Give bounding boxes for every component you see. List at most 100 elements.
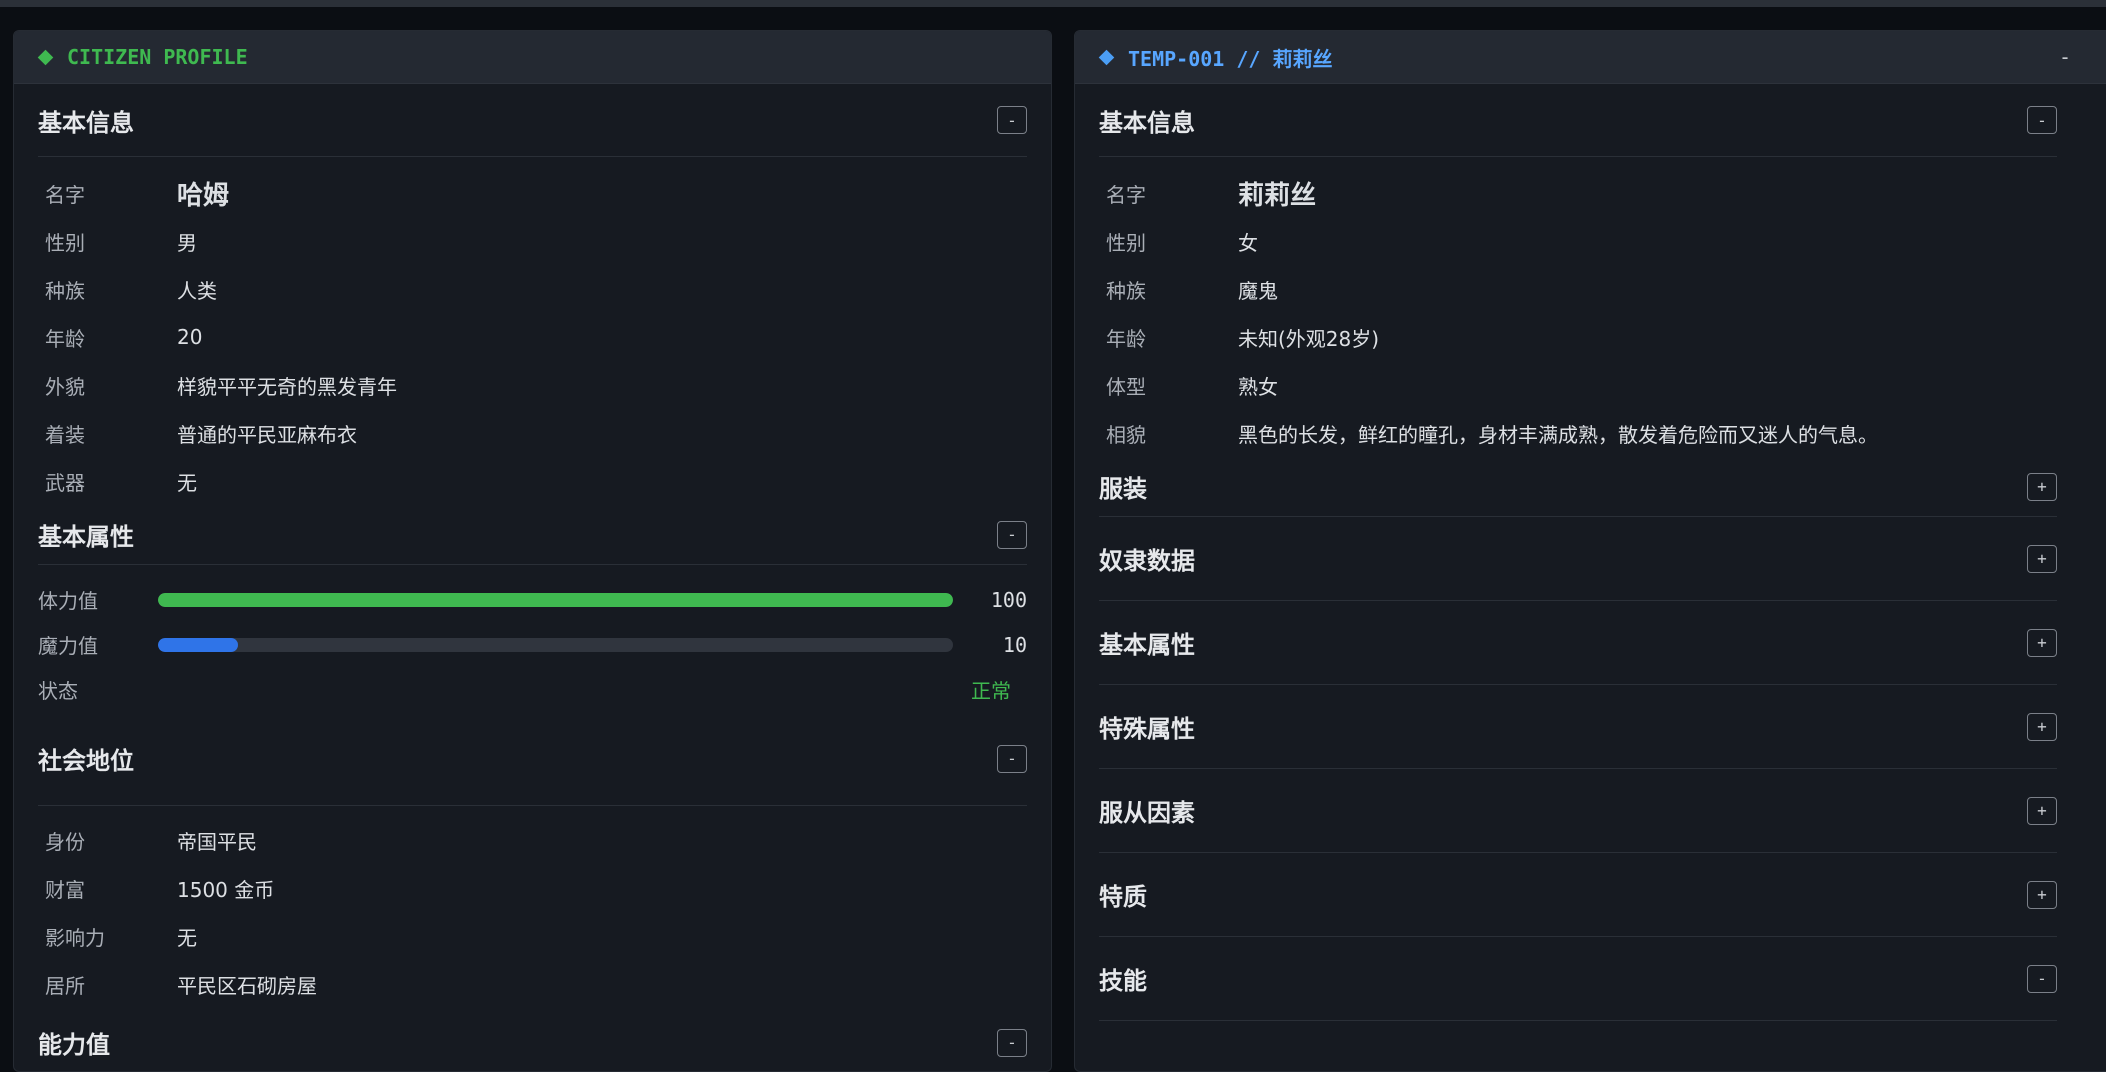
character-profile-panel: TEMP-001 // 莉莉丝 - 基本信息 - 名字 莉莉丝 性别 女 种族 … [1074, 30, 2106, 1072]
minimize-button[interactable]: - [2059, 45, 2071, 69]
info-row: 财富 1500 金币 [38, 864, 1027, 912]
collapse-button[interactable]: - [997, 1028, 1027, 1057]
collapse-button[interactable]: - [2027, 964, 2057, 993]
top-strip [0, 0, 2106, 7]
field-label: 外貌 [45, 374, 85, 399]
info-row: 种族 人类 [38, 265, 1027, 313]
field-value: 无 [177, 925, 197, 950]
skills-section: 技能 - [1099, 937, 2057, 1021]
info-row-name: 名字 莉莉丝 [1099, 169, 2057, 217]
field-label: 影响力 [45, 925, 105, 950]
info-row: 着装 普通的平民亚麻布衣 [38, 409, 1027, 457]
field-value: 平民区石砌房屋 [177, 973, 317, 998]
field-label: 年龄 [1106, 326, 1146, 351]
attributes-section: 基本属性 - 体力值 100 魔力值 10 状态 正常 [38, 505, 1027, 712]
stamina-label: 体力值 [38, 589, 98, 613]
section-title: 奴隶数据 [1099, 547, 1195, 575]
collapse-button[interactable]: - [997, 520, 1027, 549]
field-label: 种族 [1106, 278, 1146, 303]
field-label: 武器 [45, 470, 85, 495]
section-title: 服从因素 [1099, 799, 1195, 827]
section-title: 基本属性 [1099, 631, 1195, 659]
info-row: 年龄 20 [38, 313, 1027, 361]
diamond-icon [1098, 49, 1115, 65]
section-title: 特殊属性 [1099, 715, 1195, 743]
citizen-profile-panel: CITIZEN PROFILE 基本信息 - 名字 哈姆 性别 男 种族 人类 … [13, 30, 1052, 1072]
section-title: 基本信息 [1099, 108, 1195, 137]
info-row: 外貌 样貌平平无奇的黑发青年 [38, 361, 1027, 409]
field-value: 普通的平民亚麻布衣 [177, 422, 357, 447]
field-value: 20 [177, 325, 203, 349]
traits-section: 特质 + [1099, 853, 2057, 937]
info-row: 性别 男 [38, 217, 1027, 265]
section-title: 能力值 [38, 1031, 110, 1059]
field-value: 熟女 [1238, 374, 1278, 399]
section-title: 服装 [1099, 475, 1147, 503]
field-value: 未知(外观28岁) [1238, 326, 1380, 351]
status-label: 状态 [38, 679, 78, 703]
info-row: 居所 平民区石砌房屋 [38, 960, 1027, 1008]
field-value: 样貌平平无奇的黑发青年 [177, 374, 397, 399]
expand-button[interactable]: + [2027, 880, 2057, 909]
collapse-button[interactable]: - [997, 744, 1027, 773]
panel-header: TEMP-001 // 莉莉丝 - [1075, 31, 2106, 84]
expand-button[interactable]: + [2027, 796, 2057, 825]
field-label: 身份 [45, 829, 85, 854]
mana-bar-fill [158, 637, 238, 652]
field-label: 种族 [45, 278, 85, 303]
expand-button[interactable]: + [2027, 628, 2057, 657]
info-row: 种族 魔鬼 [1099, 265, 2057, 313]
mana-row: 魔力值 10 [38, 622, 1027, 667]
section-title: 特质 [1099, 883, 1147, 911]
stamina-value: 100 [990, 587, 1027, 612]
collapse-button[interactable]: - [2027, 106, 2057, 134]
info-row: 相貌 黑色的长发，鲜红的瞳孔，身材丰满成熟，散发着危险而又迷人的气息。 [1099, 409, 2057, 457]
basic-info-section: 基本信息 - 名字 莉莉丝 性别 女 种族 魔鬼 年龄 未知(外观28岁) 体型 [1099, 84, 2057, 457]
field-value: 帝国平民 [177, 829, 257, 854]
field-label: 性别 [45, 230, 85, 255]
field-label: 体型 [1106, 374, 1146, 399]
field-label: 居所 [45, 973, 85, 998]
info-row: 年龄 未知(外观28岁) [1099, 313, 2057, 361]
field-value: 莉莉丝 [1238, 180, 1317, 211]
field-value: 无 [177, 470, 197, 495]
field-label: 相貌 [1106, 422, 1146, 447]
expand-button[interactable]: + [2027, 712, 2057, 741]
diamond-icon [37, 49, 54, 65]
stamina-bar [158, 592, 953, 607]
abilities-section: 能力值 - [38, 1008, 1027, 1071]
special-attributes-section: 特殊属性 + [1099, 685, 2057, 769]
basic-info-section: 基本信息 - 名字 哈姆 性别 男 种族 人类 年龄 20 外貌 样貌平平无奇的… [38, 84, 1027, 505]
section-title: 基本信息 [38, 108, 134, 137]
field-value: 男 [177, 230, 197, 255]
field-value: 魔鬼 [1238, 278, 1278, 303]
mana-bar [158, 637, 953, 652]
field-value: 黑色的长发，鲜红的瞳孔，身材丰满成熟，散发着危险而又迷人的气息。 [1238, 422, 1878, 447]
field-label: 名字 [45, 182, 85, 207]
field-label: 财富 [45, 877, 85, 902]
field-label: 年龄 [45, 326, 85, 351]
expand-button[interactable]: + [2027, 472, 2057, 501]
panel-title: CITIZEN PROFILE [67, 45, 248, 69]
field-label: 着装 [45, 422, 85, 447]
info-row: 体型 熟女 [1099, 361, 2057, 409]
attributes-section: 基本属性 + [1099, 601, 2057, 685]
slave-data-section: 奴隶数据 + [1099, 517, 2057, 601]
info-row: 身份 帝国平民 [38, 816, 1027, 864]
mana-value: 10 [1002, 632, 1027, 657]
section-title: 技能 [1099, 967, 1147, 995]
status-value: 正常 [971, 679, 1011, 703]
expand-button[interactable]: + [2027, 544, 2057, 573]
obedience-section: 服从因素 + [1099, 769, 2057, 853]
panel-header: CITIZEN PROFILE [14, 31, 1051, 84]
collapse-button[interactable]: - [997, 106, 1027, 134]
field-value: 哈姆 [177, 180, 230, 211]
info-row: 武器 无 [38, 457, 1027, 505]
section-title: 社会地位 [38, 747, 134, 775]
info-row: 影响力 无 [38, 912, 1027, 960]
field-value: 女 [1238, 230, 1258, 255]
section-title: 基本属性 [38, 523, 134, 551]
panel-title: TEMP-001 // 莉莉丝 [1128, 46, 1333, 71]
status-row: 状态 正常 [38, 667, 1027, 712]
clothing-section: 服装 + [1099, 457, 2057, 517]
